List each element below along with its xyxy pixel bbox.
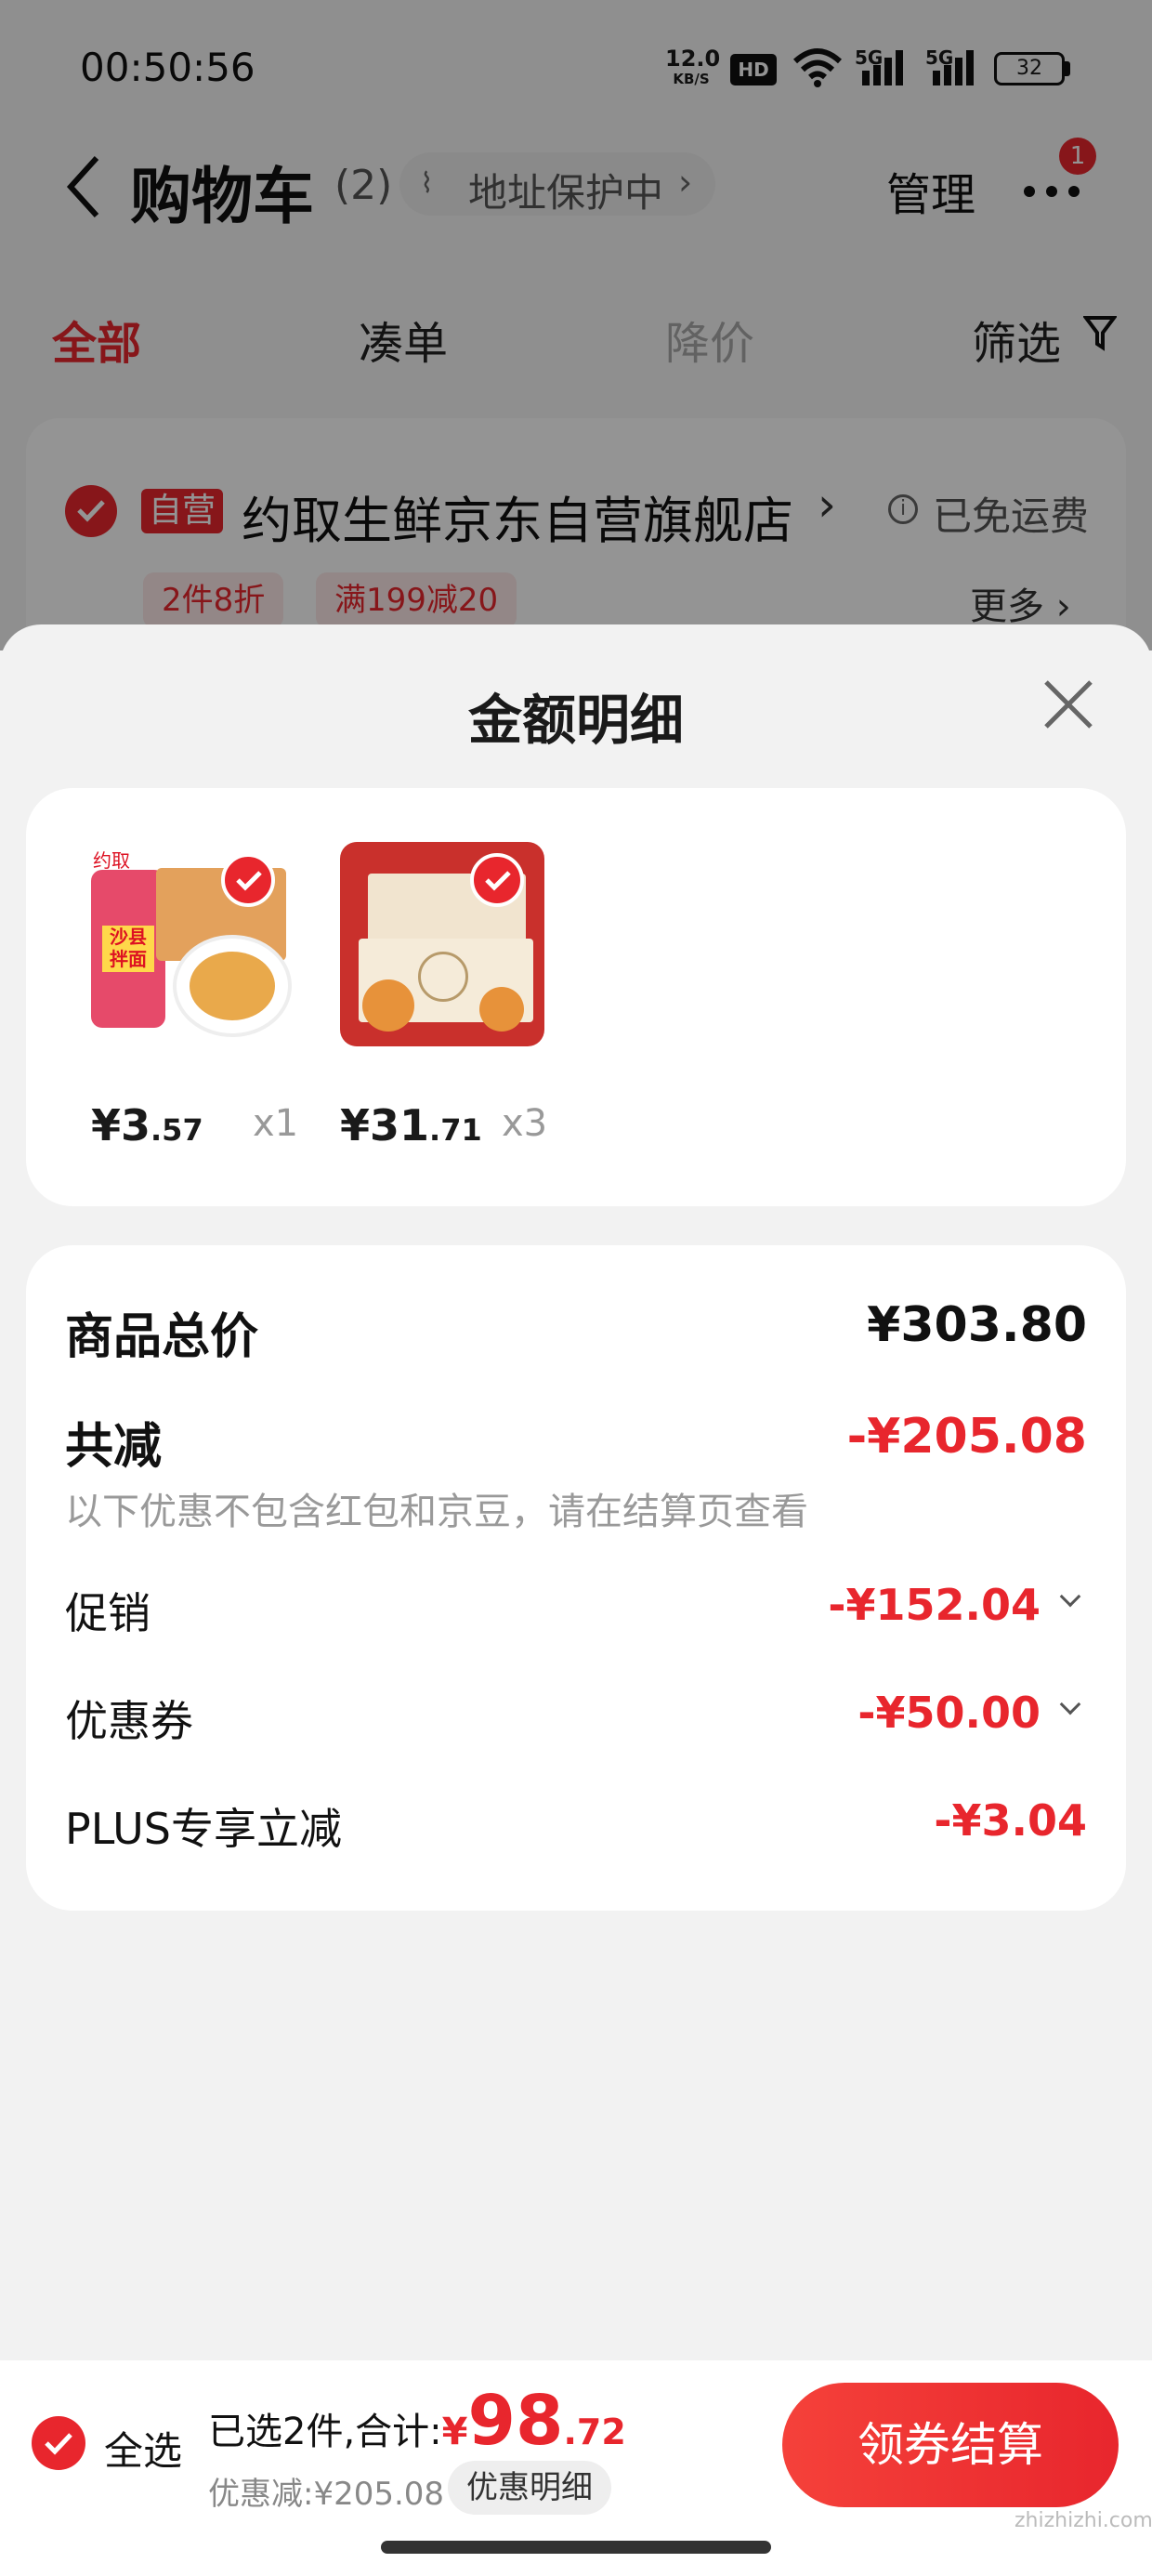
product-label: 沙县拌面 (102, 926, 154, 972)
plus-discount-value: -¥3.04 (934, 1795, 1087, 1846)
sheet-title: 金额明细 (467, 689, 684, 752)
bottom-checkout-bar: 全选 已选2件,合计:¥98.72 优惠减:¥205.08 优惠明细 领券结算 (0, 2360, 1152, 2576)
home-indicator[interactable] (381, 2541, 771, 2554)
selected-total: 已选2件,合计:¥98.72 (208, 2381, 626, 2461)
product-price: ¥31.71 (340, 1100, 482, 1150)
chevron-down-icon (1059, 1585, 1081, 1608)
product-brand: 约取 (93, 849, 130, 872)
product-check-icon[interactable] (221, 853, 275, 907)
products-card: 沙县拌面 约取 ¥3.57 x1 ¥31.71 x3 (26, 788, 1126, 1206)
plus-discount-row: PLUS专享立减 -¥3.04 (26, 1768, 1126, 1875)
promotion-value: -¥152.04 (828, 1580, 1041, 1630)
promotion-row[interactable]: 促销 -¥152.04 (26, 1552, 1126, 1660)
checkout-button[interactable]: 领券结算 (782, 2383, 1119, 2507)
discount-summary: 优惠减:¥205.08 (208, 2476, 445, 2513)
discount-detail-button[interactable]: 优惠明细 (448, 2461, 611, 2515)
coupon-row[interactable]: 优惠券 -¥50.00 (26, 1660, 1126, 1768)
chevron-down-icon (1059, 1693, 1081, 1715)
coupon-label: 优惠券 (65, 1696, 193, 1746)
product-qty: x1 (253, 1102, 299, 1145)
selected-text: 已选2件,合计: (208, 2411, 442, 2453)
coupon-value: -¥50.00 (857, 1688, 1041, 1738)
watermark: zhizhizhi.com (1015, 2509, 1152, 2532)
select-all-check-icon[interactable] (32, 2416, 85, 2470)
total-int: 98 (467, 2381, 564, 2461)
modal-backdrop[interactable] (0, 0, 1152, 651)
price-summary-card: 商品总价 ¥303.80 共减 -¥205.08 以下优惠不包含红包和京豆，请在… (26, 1245, 1126, 1911)
discount-note: 以下优惠不包含红包和京豆，请在结算页查看 (65, 1491, 808, 1533)
total-currency: ¥ (441, 2411, 468, 2453)
amount-detail-sheet: 金额明细 沙县拌面 约取 ¥3.57 x1 ¥31.71 x3 商品总价 ¥30… (0, 624, 1152, 2576)
select-all-label[interactable]: 全选 (104, 2420, 182, 2477)
plus-discount-label: PLUS专享立减 (65, 1804, 342, 1854)
product-qty: x3 (502, 1102, 548, 1145)
discount-value: -¥205.08 (846, 1409, 1087, 1465)
total-dec: .72 (563, 2412, 626, 2452)
close-icon[interactable] (1041, 677, 1096, 732)
total-value: ¥303.80 (867, 1297, 1087, 1353)
product-check-icon[interactable] (470, 853, 524, 907)
promotion-label: 促销 (65, 1588, 151, 1638)
product-price: ¥3.57 (91, 1100, 203, 1150)
total-label: 商品总价 (65, 1309, 259, 1365)
discount-label: 共减 (65, 1419, 163, 1475)
